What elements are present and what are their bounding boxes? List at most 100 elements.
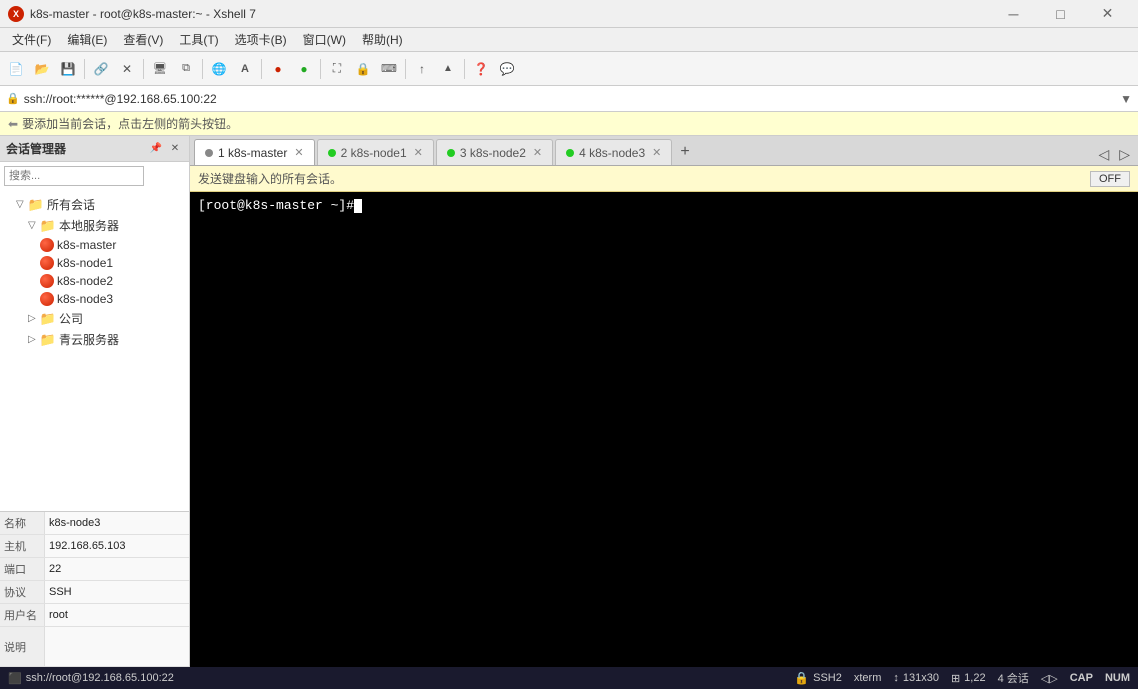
menu-tabs[interactable]: 选项卡(B)	[227, 29, 295, 51]
tree-arrow-company: ▷	[28, 313, 40, 324]
sidebar: 会话管理器 📌 ✕ ▽ 📁 所有会话 ▽	[0, 136, 190, 667]
tb-sep-1	[84, 59, 85, 79]
server-icon-node3	[40, 292, 54, 306]
tab-k8s-master[interactable]: 1 k8s-master ✕	[194, 139, 315, 165]
status-address: ⬛ ssh://root@192.168.65.100:22	[8, 672, 174, 685]
info-arrow-icon: ⬅	[8, 117, 18, 131]
tree-item-all-sessions[interactable]: ▽ 📁 所有会话	[0, 194, 189, 215]
tabs-nav: ◁ ▷	[1094, 144, 1134, 165]
menu-view[interactable]: 查看(V)	[115, 29, 171, 51]
menu-window[interactable]: 窗口(W)	[295, 29, 354, 51]
add-tab-button[interactable]: +	[674, 139, 695, 165]
tb-connect[interactable]: 🔗	[89, 57, 113, 81]
tree-label-node3: k8s-node3	[57, 292, 113, 306]
title-bar: X k8s-master - root@k8s-master:~ - Xshel…	[0, 0, 1138, 28]
search-input[interactable]	[4, 166, 144, 186]
search-area	[0, 162, 189, 190]
tb-session[interactable]: 🖥	[148, 57, 172, 81]
tb-lock[interactable]: 🔒	[351, 57, 375, 81]
folder-icon-all: 📁	[28, 198, 44, 212]
menu-file[interactable]: 文件(F)	[4, 29, 59, 51]
menu-help[interactable]: 帮助(H)	[354, 29, 411, 51]
tb-comment[interactable]: 💬	[495, 57, 519, 81]
tab-close-node3[interactable]: ✕	[652, 146, 661, 159]
maximize-button[interactable]: □	[1038, 0, 1083, 28]
terminal[interactable]: [root@k8s-master ~]#	[190, 192, 1138, 667]
tb-keyboard[interactable]: ⌨	[377, 57, 401, 81]
notif-off-button[interactable]: OFF	[1090, 171, 1130, 187]
info-value-name: k8s-node3	[45, 512, 189, 534]
info-row-port: 端口 22	[0, 558, 189, 581]
info-value-username: root	[45, 604, 189, 626]
tree-label-master: k8s-master	[57, 238, 116, 252]
sidebar-close-icon[interactable]: ✕	[167, 141, 183, 157]
tree-item-k8s-node3[interactable]: k8s-node3	[0, 290, 189, 308]
tree-label-node1: k8s-node1	[57, 256, 113, 270]
tree-item-qingyun[interactable]: ▷ 📁 青云服务器	[0, 329, 189, 350]
tree-label-local: 本地服务器	[59, 217, 119, 234]
status-arrows: ◁▷	[1041, 672, 1058, 685]
tb-upload2[interactable]: ▲	[436, 57, 460, 81]
tabs-next-button[interactable]: ▷	[1115, 144, 1134, 165]
status-lock-icon: 🔒	[794, 671, 809, 685]
sidebar-title: 会话管理器	[6, 140, 66, 157]
tb-save[interactable]: 💾	[56, 57, 80, 81]
address-lock-icon: 🔒	[6, 92, 20, 105]
tb-new[interactable]: 📄	[4, 57, 28, 81]
tree-item-k8s-node2[interactable]: k8s-node2	[0, 272, 189, 290]
tab-dot-master	[205, 149, 213, 157]
tb-globe[interactable]: 🌐	[207, 57, 231, 81]
tb-sep-6	[405, 59, 406, 79]
status-dimensions: ↕ 131x30	[893, 672, 939, 684]
info-label-name: 名称	[0, 512, 45, 534]
tb-clone[interactable]: ⧉	[174, 57, 198, 81]
tree-label-node2: k8s-node2	[57, 274, 113, 288]
tab-close-master[interactable]: ✕	[294, 146, 303, 159]
tab-label-node2: 3 k8s-node2	[460, 146, 526, 160]
status-address-text: ssh://root@192.168.65.100:22	[26, 672, 174, 684]
tb-help[interactable]: ❓	[469, 57, 493, 81]
tab-k8s-node1[interactable]: 2 k8s-node1 ✕	[317, 139, 434, 165]
tb-upload[interactable]: ↑	[410, 57, 434, 81]
folder-icon-local: 📁	[40, 219, 56, 233]
tb-disconnect[interactable]: ✕	[115, 57, 139, 81]
status-ssh-icon: ⬛	[8, 672, 22, 685]
status-bar: ⬛ ssh://root@192.168.65.100:22 🔒 SSH2 xt…	[0, 667, 1138, 689]
terminal-prompt-text: [root@k8s-master ~]#	[198, 198, 354, 213]
address-dropdown-icon[interactable]: ▼	[1120, 92, 1132, 106]
minimize-button[interactable]: ─	[991, 0, 1036, 28]
tab-dot-node3	[566, 149, 574, 157]
sidebar-pin-icon[interactable]: 📌	[148, 141, 164, 157]
title-bar-left: X k8s-master - root@k8s-master:~ - Xshel…	[8, 6, 256, 22]
tree-item-company[interactable]: ▷ 📁 公司	[0, 308, 189, 329]
tb-green[interactable]: ●	[292, 57, 316, 81]
tree-arrow-local: ▽	[28, 220, 40, 231]
tb-red[interactable]: ●	[266, 57, 290, 81]
tb-open[interactable]: 📂	[30, 57, 54, 81]
tab-close-node2[interactable]: ✕	[533, 146, 542, 159]
tree-arrow-qingyun: ▷	[28, 334, 40, 345]
tree-item-k8s-master[interactable]: k8s-master	[0, 236, 189, 254]
tab-label-node3: 4 k8s-node3	[579, 146, 645, 160]
window-controls: ─ □ ✕	[991, 0, 1130, 28]
status-position: ⊞ 1,22	[951, 672, 986, 685]
tabs-bar: 1 k8s-master ✕ 2 k8s-node1 ✕ 3 k8s-node2…	[190, 136, 1138, 166]
tree-item-local[interactable]: ▽ 📁 本地服务器	[0, 215, 189, 236]
tabs-prev-button[interactable]: ◁	[1094, 144, 1113, 165]
menu-edit[interactable]: 编辑(E)	[59, 29, 115, 51]
tree-item-k8s-node1[interactable]: k8s-node1	[0, 254, 189, 272]
info-label-protocol: 协议	[0, 581, 45, 603]
address-bar: 🔒 ssh://root:******@192.168.65.100:22 ▼	[0, 86, 1138, 112]
close-button[interactable]: ✕	[1085, 0, 1130, 28]
menu-tools[interactable]: 工具(T)	[171, 29, 226, 51]
tb-font[interactable]: A	[233, 57, 257, 81]
tb-expand[interactable]: ⛶	[325, 57, 349, 81]
tab-k8s-node3[interactable]: 4 k8s-node3 ✕	[555, 139, 672, 165]
tab-k8s-node2[interactable]: 3 k8s-node2 ✕	[436, 139, 553, 165]
tab-close-node1[interactable]: ✕	[414, 146, 423, 159]
status-protocol-text: SSH2	[813, 672, 842, 684]
status-position-text: 1,22	[964, 672, 985, 684]
tab-label-master: 1 k8s-master	[218, 146, 287, 160]
tb-sep-7	[464, 59, 465, 79]
status-protocol: 🔒 SSH2	[794, 671, 842, 685]
